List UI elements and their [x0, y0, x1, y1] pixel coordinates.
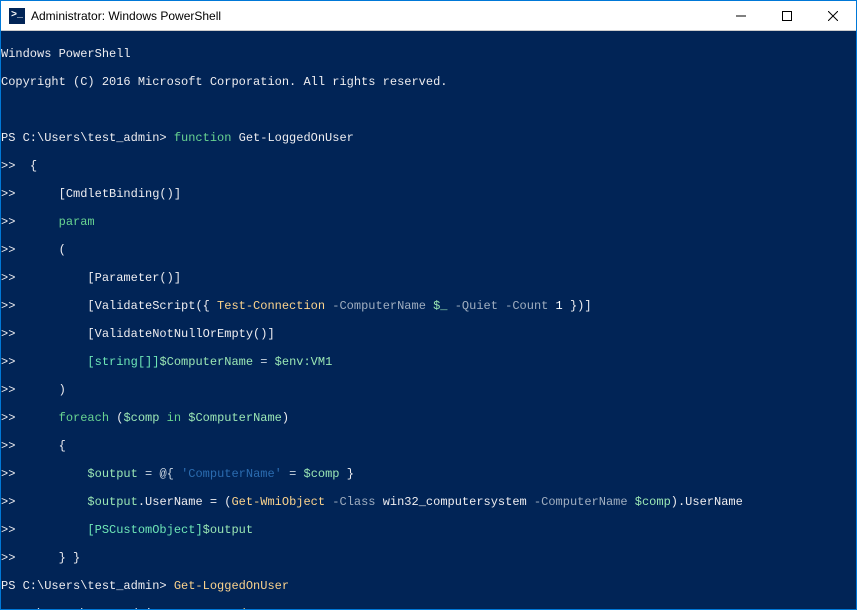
keyword-foreach: foreach	[30, 411, 109, 425]
minimize-icon	[736, 11, 746, 21]
var-comp: $comp	[123, 411, 159, 425]
param-quiet: -Quiet	[448, 299, 498, 313]
keyword-in: in	[159, 411, 188, 425]
cmdlet-getwmiobject: Get-WmiObject	[231, 495, 325, 509]
param-computername2: -ComputerName	[527, 495, 635, 509]
continuation: >>	[1, 243, 30, 257]
classname: win32_computersystem	[383, 495, 527, 509]
var-computername: $ComputerName	[159, 355, 253, 369]
cmdlet-getloggedonuser1: Get-LoggedOnUser	[174, 579, 289, 593]
paren-open: (	[30, 243, 66, 257]
close-icon	[828, 11, 838, 21]
validatescript-close: })]	[563, 299, 592, 313]
var-output2: $output	[30, 495, 138, 509]
powershell-window: >_ Administrator: Windows PowerShell Win…	[0, 0, 857, 610]
continuation: >>	[1, 215, 30, 229]
var-output: $output	[30, 467, 138, 481]
var-underscore: $_	[433, 299, 447, 313]
var-output3: $output	[203, 523, 253, 537]
foreach-brace-open: {	[30, 439, 66, 453]
minimize-button[interactable]	[718, 1, 764, 30]
continuation: >>	[1, 439, 30, 453]
arg-vm1: VM1	[397, 607, 419, 609]
validatenotnull: [ValidateNotNullOrEmpty()]	[30, 327, 275, 341]
continuation: >>	[1, 551, 30, 565]
cmdlet-testconnection: Test-Connection	[217, 299, 325, 313]
prompt: PS C:\Users\test_admin>	[1, 131, 174, 145]
window-controls	[718, 1, 856, 30]
param-computername3: -ComputerName	[289, 607, 397, 609]
foreach-close: )	[282, 411, 289, 425]
type-pscustomobject: [PSCustomObject]	[30, 523, 203, 537]
continuation: >>	[1, 383, 30, 397]
powershell-icon: >_	[9, 8, 25, 24]
continuation: >>	[1, 271, 30, 285]
continuation: >>	[1, 327, 30, 341]
validatescript-open: [ValidateScript({	[30, 299, 217, 313]
dotuser-open: .UserName = (	[138, 495, 232, 509]
op-equals2: =	[282, 467, 304, 481]
window-title: Administrator: Windows PowerShell	[31, 9, 718, 23]
continuation: >>	[1, 411, 30, 425]
param-computername: -ComputerName	[325, 299, 433, 313]
terminal-output[interactable]: Windows PowerShell Copyright (C) 2016 Mi…	[1, 31, 856, 609]
continuation: >>	[1, 299, 30, 313]
type-stringarray: [string[]]	[30, 355, 160, 369]
var-comp3: $comp	[635, 495, 671, 509]
keyword-function: function	[174, 131, 232, 145]
close-button[interactable]	[810, 1, 856, 30]
continuation: >>	[1, 495, 30, 509]
header-line: Windows PowerShell	[1, 47, 131, 61]
cmdlet-getloggedonuser2: Get-LoggedOnUser	[174, 607, 289, 609]
foreach-open: (	[109, 411, 123, 425]
continuation: >>	[1, 467, 30, 481]
braces-close: } }	[30, 551, 80, 565]
brace-open: {	[30, 159, 37, 173]
paren-close: )	[30, 383, 66, 397]
op-hashopen: = @{	[138, 467, 181, 481]
continuation: >>	[1, 187, 30, 201]
cmdletbinding-attr: [CmdletBinding()]	[30, 187, 181, 201]
parameter-attr: [Parameter()]	[30, 271, 181, 285]
param-class: -Class	[325, 495, 383, 509]
maximize-icon	[782, 11, 792, 21]
continuation: >>	[1, 159, 30, 173]
prompt: PS C:\Users\test_admin>	[1, 607, 174, 609]
continuation: >>	[1, 355, 30, 369]
maximize-button[interactable]	[764, 1, 810, 30]
function-name: Get-LoggedOnUser	[231, 131, 353, 145]
prompt: PS C:\Users\test_admin>	[1, 579, 174, 593]
keyword-param: param	[30, 215, 95, 229]
op-equals: =	[253, 355, 275, 369]
titlebar[interactable]: >_ Administrator: Windows PowerShell	[1, 1, 856, 31]
tail-username: ).UserName	[671, 495, 743, 509]
param-count: -Count	[498, 299, 556, 313]
continuation: >>	[1, 523, 30, 537]
string-computername: 'ComputerName'	[181, 467, 282, 481]
copyright-line: Copyright (C) 2016 Microsoft Corporation…	[1, 75, 447, 89]
var-comp2: $comp	[304, 467, 340, 481]
hashclose: }	[340, 467, 354, 481]
literal-one: 1	[556, 299, 563, 313]
var-envvm1: $env:VM1	[275, 355, 333, 369]
var-computername2: $ComputerName	[188, 411, 282, 425]
